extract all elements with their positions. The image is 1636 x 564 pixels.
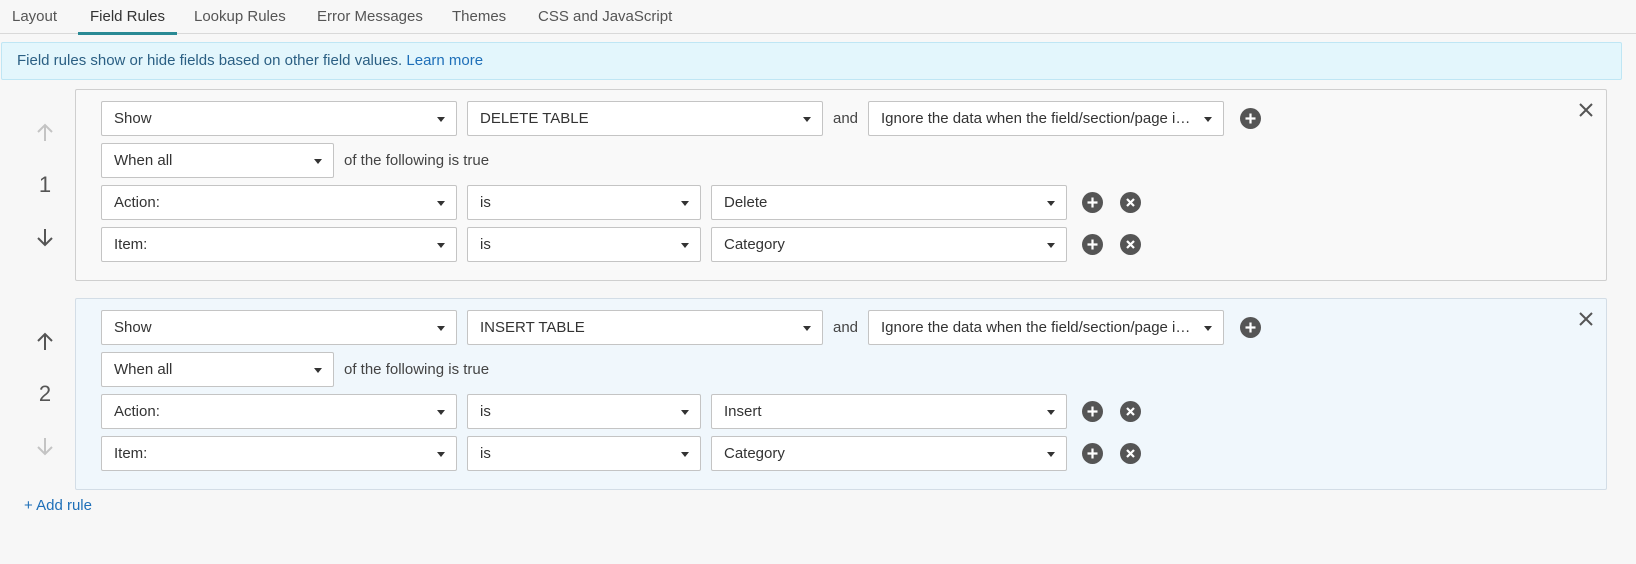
tab-css-and-javascript[interactable]: CSS and JavaScript bbox=[538, 8, 672, 34]
add-action-icon[interactable] bbox=[1240, 108, 1261, 129]
chevron-down-icon bbox=[437, 410, 445, 415]
condition-value-select[interactable]: Category bbox=[711, 227, 1067, 262]
info-text: Field rules show or hide fields based on… bbox=[17, 52, 403, 69]
condition-value-select[interactable]: Delete bbox=[711, 185, 1067, 220]
rule-number: 2 bbox=[38, 381, 52, 406]
and-label: and bbox=[833, 110, 859, 127]
tab-error-messages[interactable]: Error Messages bbox=[317, 8, 423, 34]
chevron-down-icon bbox=[1204, 117, 1212, 122]
chevron-down-icon bbox=[681, 410, 689, 415]
chevron-down-icon bbox=[1204, 326, 1212, 331]
tab-bar: Layout Field Rules Lookup Rules Error Me… bbox=[0, 0, 1636, 35]
condition-field-select[interactable]: Action: bbox=[101, 185, 457, 220]
rule-action-select[interactable]: Show bbox=[101, 310, 457, 345]
match-type-select[interactable]: When all bbox=[101, 143, 334, 178]
chevron-down-icon bbox=[681, 201, 689, 206]
chevron-down-icon bbox=[1047, 410, 1055, 415]
add-condition-icon[interactable] bbox=[1082, 401, 1103, 422]
add-condition-icon[interactable] bbox=[1082, 443, 1103, 464]
remove-condition-icon[interactable] bbox=[1120, 234, 1141, 255]
add-action-icon[interactable] bbox=[1240, 317, 1261, 338]
remove-condition-icon[interactable] bbox=[1120, 192, 1141, 213]
tab-lookup-rules[interactable]: Lookup Rules bbox=[194, 8, 286, 34]
rule-card: Show INSERT TABLE and Ignore the data wh… bbox=[75, 298, 1607, 490]
chevron-down-icon bbox=[437, 452, 445, 457]
condition-operator-select[interactable]: is bbox=[467, 436, 701, 471]
chevron-down-icon bbox=[803, 117, 811, 122]
add-condition-icon[interactable] bbox=[1082, 234, 1103, 255]
chevron-down-icon bbox=[1047, 452, 1055, 457]
chevron-down-icon bbox=[437, 117, 445, 122]
chevron-down-icon bbox=[1047, 243, 1055, 248]
and-label: and bbox=[833, 319, 859, 336]
tab-themes[interactable]: Themes bbox=[452, 8, 506, 34]
move-down-arrow-icon[interactable] bbox=[34, 435, 56, 457]
condition-field-select[interactable]: Item: bbox=[101, 227, 457, 262]
condition-value-select[interactable]: Category bbox=[711, 436, 1067, 471]
close-icon[interactable] bbox=[1576, 100, 1596, 120]
move-down-arrow-icon[interactable] bbox=[34, 226, 56, 248]
chevron-down-icon bbox=[314, 368, 322, 373]
rule-target-select[interactable]: DELETE TABLE bbox=[467, 101, 823, 136]
match-suffix-label: of the following is true bbox=[344, 152, 490, 169]
chevron-down-icon bbox=[681, 452, 689, 457]
rule-number: 1 bbox=[38, 172, 52, 197]
remove-condition-icon[interactable] bbox=[1120, 443, 1141, 464]
remove-condition-icon[interactable] bbox=[1120, 401, 1141, 422]
rule-card: Show DELETE TABLE and Ignore the data wh… bbox=[75, 89, 1607, 281]
chevron-down-icon bbox=[1047, 201, 1055, 206]
condition-operator-select[interactable]: is bbox=[467, 394, 701, 429]
rule-target-select[interactable]: INSERT TABLE bbox=[467, 310, 823, 345]
move-up-arrow-icon[interactable] bbox=[34, 331, 56, 353]
chevron-down-icon bbox=[437, 243, 445, 248]
condition-field-select[interactable]: Item: bbox=[101, 436, 457, 471]
rule-data-option-select[interactable]: Ignore the data when the field/section/p… bbox=[868, 101, 1224, 136]
condition-value-select[interactable]: Insert bbox=[711, 394, 1067, 429]
close-icon[interactable] bbox=[1576, 309, 1596, 329]
learn-more-link[interactable]: Learn more bbox=[406, 52, 483, 69]
add-condition-icon[interactable] bbox=[1082, 192, 1103, 213]
rule-data-option-select[interactable]: Ignore the data when the field/section/p… bbox=[868, 310, 1224, 345]
tab-layout[interactable]: Layout bbox=[12, 8, 57, 34]
tab-field-rules[interactable]: Field Rules bbox=[77, 8, 178, 35]
rule-action-select[interactable]: Show bbox=[101, 101, 457, 136]
condition-operator-select[interactable]: is bbox=[467, 185, 701, 220]
chevron-down-icon bbox=[437, 326, 445, 331]
condition-operator-select[interactable]: is bbox=[467, 227, 701, 262]
condition-field-select[interactable]: Action: bbox=[101, 394, 457, 429]
match-suffix-label: of the following is true bbox=[344, 361, 490, 378]
chevron-down-icon bbox=[681, 243, 689, 248]
chevron-down-icon bbox=[803, 326, 811, 331]
move-up-arrow-icon[interactable] bbox=[34, 122, 56, 144]
add-rule-link[interactable]: + Add rule bbox=[24, 497, 92, 514]
info-banner: Field rules show or hide fields based on… bbox=[1, 42, 1622, 80]
chevron-down-icon bbox=[437, 201, 445, 206]
chevron-down-icon bbox=[314, 159, 322, 164]
match-type-select[interactable]: When all bbox=[101, 352, 334, 387]
